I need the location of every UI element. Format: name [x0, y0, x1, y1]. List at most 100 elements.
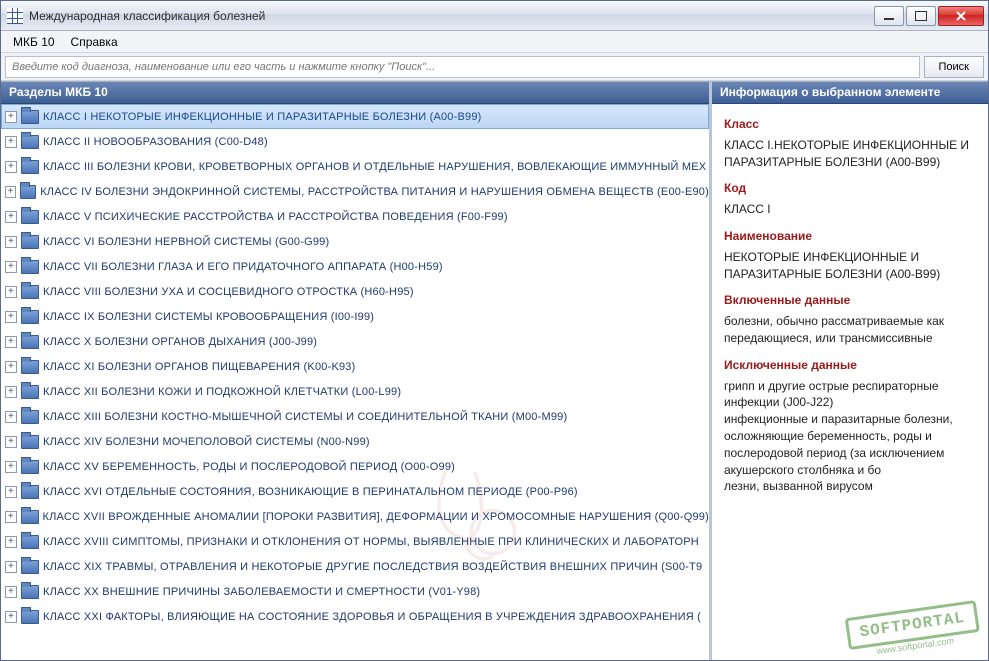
tree-label: КЛАСС XI БОЛЕЗНИ ОРГАНОВ ПИЩЕВАРЕНИЯ (K0… — [43, 361, 355, 373]
tree-label: КЛАСС XIV БОЛЕЗНИ МОЧЕПОЛОВОЙ СИСТЕМЫ (N… — [43, 436, 370, 448]
tree-row[interactable]: +КЛАСС XII БОЛЕЗНИ КОЖИ И ПОДКОЖНОЙ КЛЕТ… — [1, 379, 709, 404]
tree-label: КЛАСС XV БЕРЕМЕННОСТЬ, РОДЫ И ПОСЛЕРОДОВ… — [43, 461, 455, 473]
info-header: Информация о выбранном элементе — [712, 82, 988, 104]
tree-label: КЛАСС V ПСИХИЧЕСКИЕ РАССТРОЙСТВА И РАССТ… — [43, 211, 508, 223]
tree-row[interactable]: +КЛАСС XX ВНЕШНИЕ ПРИЧИНЫ ЗАБОЛЕВАЕМОСТИ… — [1, 579, 709, 604]
tree-label: КЛАСС III БОЛЕЗНИ КРОВИ, КРОВЕТВОРНЫХ ОР… — [43, 161, 706, 173]
folder-icon — [21, 610, 39, 624]
close-button[interactable] — [938, 6, 984, 26]
expand-icon[interactable]: + — [5, 611, 17, 623]
expand-icon[interactable]: + — [5, 436, 17, 448]
tree[interactable]: + КЛАСС I НЕКОТОРЫЕ ИНФЕКЦИОННЫЕ И ПАРАЗИ… — [1, 104, 709, 660]
tree-row[interactable]: + КЛАСС XVIII СИМПТОМЫ, ПРИЗНАКИ И ОТКЛОН… — [1, 529, 709, 554]
tree-row[interactable]: + КЛАСС XI БОЛЕЗНИ ОРГАНОВ ПИЩЕВАРЕНИЯ (K… — [1, 354, 709, 379]
tree-label: КЛАСС VIII БОЛЕЗНИ УХА И СОСЦЕВИДНОГО ОТ… — [43, 286, 414, 298]
expand-icon[interactable]: + — [5, 261, 17, 273]
content-area: Разделы МКБ 10 + КЛАСС I НЕКОТОРЫЕ ИНФЕКЦ… — [1, 81, 988, 660]
included-label: Включенные данные — [724, 292, 976, 309]
expand-icon[interactable]: + — [5, 461, 17, 473]
folder-icon — [21, 260, 39, 274]
tree-label: КЛАСС IV БОЛЕЗНИ ЭНДОКРИННОЙ СИСТЕМЫ, РА… — [40, 186, 709, 198]
tree-pane: Разделы МКБ 10 + КЛАСС I НЕКОТОРЫЕ ИНФЕКЦ… — [1, 82, 712, 660]
folder-icon — [21, 510, 39, 524]
folder-icon — [21, 560, 39, 574]
folder-icon — [21, 485, 39, 499]
expand-icon[interactable]: + — [5, 186, 16, 198]
tree-row[interactable]: + КЛАСС IX БОЛЕЗНИ СИСТЕМЫ КРОВООБРАЩЕНИЯ… — [1, 304, 709, 329]
folder-icon — [21, 535, 39, 549]
name-label: Наименование — [724, 228, 976, 245]
tree-row[interactable]: + КЛАСС XVI ОТДЕЛЬНЫЕ СОСТОЯНИЯ, ВОЗНИКАЮ… — [1, 479, 709, 504]
class-label: Класс — [724, 116, 976, 133]
maximize-button[interactable] — [906, 6, 936, 26]
folder-icon — [21, 285, 39, 299]
name-value: НЕКОТОРЫЕ ИНФЕКЦИОННЫЕ И ПАРАЗИТАРНЫЕ БО… — [724, 249, 976, 283]
folder-icon — [21, 360, 39, 374]
tree-row[interactable]: + КЛАСС V ПСИХИЧЕСКИЕ РАССТРОЙСТВА И РАСС… — [1, 204, 709, 229]
tree-row[interactable]: +КЛАСС VI БОЛЕЗНИ НЕРВНОЙ СИСТЕМЫ (G00-G… — [1, 229, 709, 254]
included-value: болезни, обычно рассматриваемые как пере… — [724, 313, 976, 347]
tree-label: КЛАСС IX БОЛЕЗНИ СИСТЕМЫ КРОВООБРАЩЕНИЯ … — [43, 311, 374, 323]
window-controls — [872, 6, 984, 26]
tree-label: КЛАСС XIII БОЛЕЗНИ КОСТНО-МЫШЕЧНОЙ СИСТЕ… — [43, 411, 567, 423]
folder-icon — [21, 585, 39, 599]
folder-icon — [21, 235, 39, 249]
info-body: Класс КЛАСС I.НЕКОТОРЫЕ ИНФЕКЦИОННЫЕ И П… — [712, 104, 988, 660]
tree-row[interactable]: +КЛАСС XIX ТРАВМЫ, ОТРАВЛЕНИЯ И НЕКОТОРЫ… — [1, 554, 709, 579]
expand-icon[interactable]: + — [5, 586, 17, 598]
expand-icon[interactable]: + — [5, 111, 17, 123]
app-window: Международная классификация болезней МКБ… — [0, 0, 989, 661]
expand-icon[interactable]: + — [5, 486, 17, 498]
tree-row[interactable]: +КЛАСС X БОЛЕЗНИ ОРГАНОВ ДЫХАНИЯ (J00-J9… — [1, 329, 709, 354]
tree-row[interactable]: +КЛАСС II НОВООБРАЗОВАНИЯ (C00-D48) — [1, 129, 709, 154]
tree-row[interactable]: + КЛАСС XXI ФАКТОРЫ, ВЛИЯЮЩИЕ НА СОСТОЯНИ… — [1, 604, 709, 629]
window-title: Международная классификация болезней — [29, 9, 872, 23]
expand-icon[interactable]: + — [5, 411, 17, 423]
menu-help[interactable]: Справка — [63, 33, 126, 51]
folder-icon — [21, 410, 39, 424]
folder-icon — [21, 210, 39, 224]
tree-label: КЛАСС XVIII СИМПТОМЫ, ПРИЗНАКИ И ОТКЛОНЕ… — [43, 536, 699, 548]
tree-row[interactable]: + КЛАСС XVII ВРОЖДЕННЫЕ АНОМАЛИИ [ПОРОКИ … — [1, 504, 709, 529]
folder-icon — [21, 335, 39, 349]
tree-label: КЛАСС XVII ВРОЖДЕННЫЕ АНОМАЛИИ [ПОРОКИ Р… — [43, 511, 709, 523]
tree-row[interactable]: + КЛАСС VII БОЛЕЗНИ ГЛАЗА И ЕГО ПРИДАТОЧН… — [1, 254, 709, 279]
tree-row[interactable]: + КЛАСС IV БОЛЕЗНИ ЭНДОКРИННОЙ СИСТЕМЫ, Р… — [1, 179, 709, 204]
code-value: КЛАСС I — [724, 201, 976, 218]
excluded-label: Исключенные данные — [724, 357, 976, 374]
folder-icon — [20, 185, 36, 199]
expand-icon[interactable]: + — [5, 211, 17, 223]
tree-label: КЛАСС XXI ФАКТОРЫ, ВЛИЯЮЩИЕ НА СОСТОЯНИЕ… — [43, 611, 701, 623]
expand-icon[interactable]: + — [5, 311, 17, 323]
tree-row[interactable]: + КЛАСС XIV БОЛЕЗНИ МОЧЕПОЛОВОЙ СИСТЕМЫ (… — [1, 429, 709, 454]
minimize-button[interactable] — [874, 6, 904, 26]
search-button[interactable]: Поиск — [924, 56, 984, 78]
tree-label: КЛАСС XVI ОТДЕЛЬНЫЕ СОСТОЯНИЯ, ВОЗНИКАЮЩ… — [43, 486, 578, 498]
tree-row[interactable]: + КЛАСС VIII БОЛЕЗНИ УХА И СОСЦЕВИДНОГО О… — [1, 279, 709, 304]
folder-icon — [21, 160, 39, 174]
expand-icon[interactable]: + — [5, 136, 17, 148]
expand-icon[interactable]: + — [5, 561, 17, 573]
titlebar[interactable]: Международная классификация болезней — [1, 1, 988, 31]
excluded-value: грипп и другие острые респираторные инфе… — [724, 378, 976, 496]
tree-row[interactable]: + КЛАСС XIII БОЛЕЗНИ КОСТНО-МЫШЕЧНОЙ СИСТ… — [1, 404, 709, 429]
expand-icon[interactable]: + — [5, 536, 17, 548]
tree-row[interactable]: + КЛАСС XV БЕРЕМЕННОСТЬ, РОДЫ И ПОСЛЕРОДО… — [1, 454, 709, 479]
tree-header: Разделы МКБ 10 — [1, 82, 709, 104]
expand-icon[interactable]: + — [5, 336, 17, 348]
tree-row[interactable]: + КЛАСС III БОЛЕЗНИ КРОВИ, КРОВЕТВОРНЫХ О… — [1, 154, 709, 179]
app-icon — [7, 8, 23, 24]
search-input[interactable] — [5, 56, 920, 78]
expand-icon[interactable]: + — [5, 511, 17, 523]
expand-icon[interactable]: + — [5, 161, 17, 173]
tree-label: КЛАСС VII БОЛЕЗНИ ГЛАЗА И ЕГО ПРИДАТОЧНО… — [43, 261, 443, 273]
tree-label: КЛАСС I НЕКОТОРЫЕ ИНФЕКЦИОННЫЕ И ПАРАЗИТ… — [43, 111, 482, 123]
expand-icon[interactable]: + — [5, 236, 17, 248]
expand-icon[interactable]: + — [5, 361, 17, 373]
expand-icon[interactable]: + — [5, 386, 17, 398]
menu-mkb10[interactable]: МКБ 10 — [5, 33, 63, 51]
searchbar: Поиск — [1, 53, 988, 81]
expand-icon[interactable]: + — [5, 286, 17, 298]
folder-icon — [21, 110, 39, 124]
tree-row[interactable]: + КЛАСС I НЕКОТОРЫЕ ИНФЕКЦИОННЫЕ И ПАРАЗИ… — [1, 104, 709, 129]
